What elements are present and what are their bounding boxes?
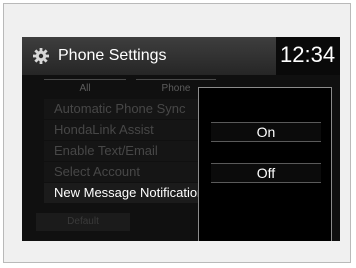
title-bar: Phone Settings 12:34 <box>22 37 340 75</box>
option-on[interactable]: On <box>211 122 321 142</box>
list-item-hondalink-assist[interactable]: HondaLink Assist <box>44 120 216 140</box>
phone-settings-screen: Phone Settings 12:34 All Phone Automatic… <box>22 37 340 241</box>
tab-all[interactable]: All <box>44 79 126 98</box>
option-off[interactable]: Off <box>211 163 321 183</box>
option-popup: On Off <box>198 87 332 241</box>
list-item-enable-text-email[interactable]: Enable Text/Email <box>44 141 216 161</box>
settings-list: Automatic Phone Sync HondaLink Assist En… <box>44 99 216 204</box>
list-item-new-message-notification[interactable]: New Message Notification <box>44 183 216 203</box>
gear-icon <box>32 47 50 65</box>
page-title: Phone Settings <box>58 47 167 64</box>
clock: 12:34 <box>280 42 336 67</box>
list-item-automatic-phone-sync[interactable]: Automatic Phone Sync <box>44 99 216 119</box>
figure-frame: Phone Settings 12:34 All Phone Automatic… <box>3 3 351 263</box>
list-item-select-account[interactable]: Select Account <box>44 162 216 182</box>
default-button[interactable]: Default <box>36 213 130 231</box>
